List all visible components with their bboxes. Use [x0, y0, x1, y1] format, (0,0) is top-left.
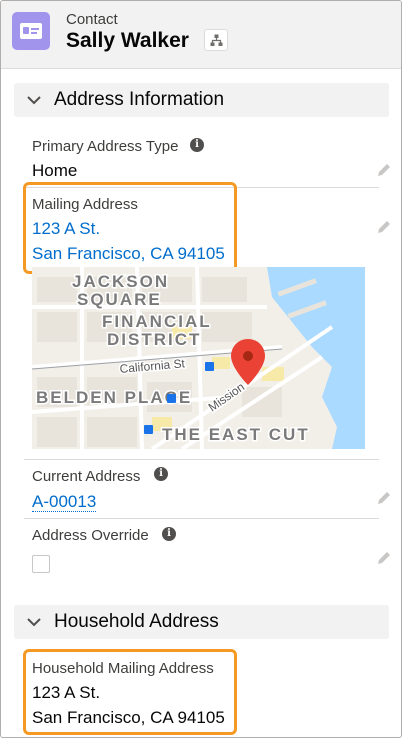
pencil-icon[interactable]	[376, 219, 392, 235]
map-label-east-cut: THE EAST CUT	[162, 425, 310, 444]
pencil-icon[interactable]	[376, 162, 392, 178]
mailing-address-map[interactable]: JACKSON SQUARE FINANCIAL DISTRICT BELDEN…	[32, 267, 365, 449]
household-mailing-address-line2: San Francisco, CA 94105	[32, 708, 225, 727]
address-override-checkbox[interactable]	[32, 555, 50, 573]
household-mailing-address-line1: 123 A St.	[32, 683, 101, 702]
current-address-label: Current Address	[32, 468, 141, 485]
object-label: Contact	[66, 11, 118, 28]
hierarchy-icon	[210, 34, 223, 46]
pencil-icon[interactable]	[376, 550, 392, 566]
record-name: Sally Walker	[66, 29, 189, 52]
info-icon[interactable]: i	[190, 138, 204, 152]
info-icon[interactable]: i	[162, 527, 176, 541]
map-label-jackson: JACKSON	[72, 272, 169, 291]
mailing-address-line2[interactable]: San Francisco, CA 94105	[32, 244, 225, 264]
map-label-district: DISTRICT	[107, 330, 201, 349]
household-mailing-address-label: Household Mailing Address	[32, 660, 214, 677]
section-address-information[interactable]: Address Information	[14, 83, 389, 117]
mailing-address-label: Mailing Address	[32, 196, 138, 213]
address-override-label: Address Override	[32, 527, 149, 544]
pencil-icon[interactable]	[376, 490, 392, 506]
info-icon[interactable]: i	[154, 467, 168, 481]
map-label-square: SQUARE	[77, 290, 162, 309]
section-title: Household Address	[54, 611, 219, 632]
chevron-down-icon	[27, 618, 41, 627]
map-label-financial: FINANCIAL	[102, 312, 212, 331]
section-household-address[interactable]: Household Address	[14, 605, 389, 639]
current-address-value[interactable]: A-00013	[32, 492, 97, 512]
section-title: Address Information	[54, 89, 225, 110]
record-header: Contact Sally Walker	[1, 1, 401, 69]
divider	[24, 459, 379, 460]
primary-address-type-label: Primary Address Type	[32, 138, 179, 155]
record-panel: Contact Sally Walker Address Information…	[0, 0, 402, 738]
divider	[24, 518, 379, 519]
view-hierarchy-button[interactable]	[204, 29, 228, 51]
chevron-down-icon	[27, 96, 41, 105]
primary-address-type-value: Home	[32, 161, 78, 180]
contact-card-icon	[12, 12, 50, 50]
current-address-link[interactable]: A-00013	[32, 492, 97, 512]
mailing-address-line1[interactable]: 123 A St.	[32, 219, 100, 239]
